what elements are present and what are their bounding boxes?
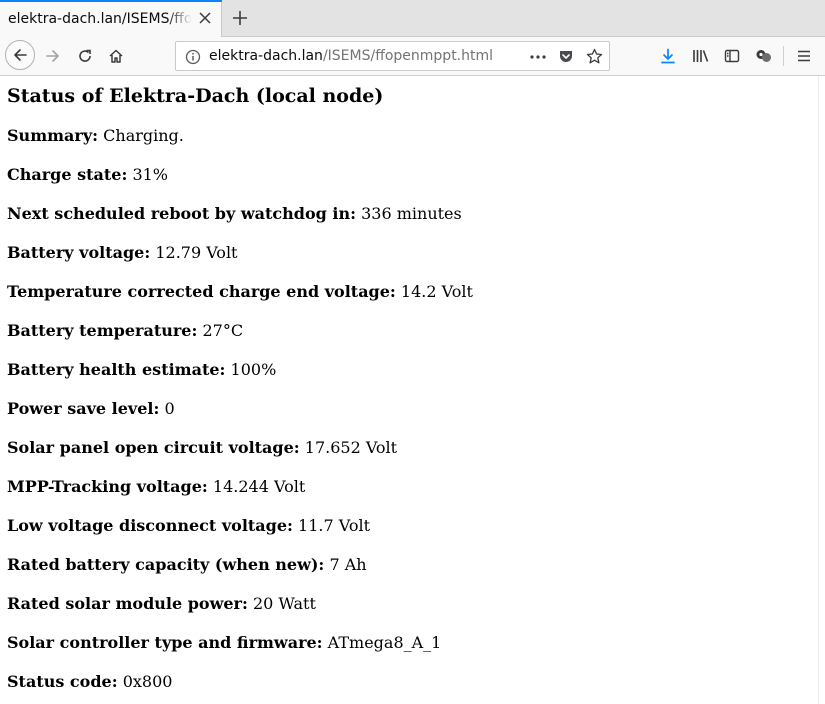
tab-title: elektra-dach.lan/ISEMS/ffopenmppt.html (8, 9, 192, 29)
pocket-icon[interactable] (558, 48, 574, 64)
status-value: 12.79 Volt (155, 243, 238, 262)
plus-icon[interactable] (231, 9, 249, 27)
more-dots-icon[interactable] (529, 49, 547, 65)
status-row-reboot: Next scheduled reboot by watchdog in: 33… (7, 203, 473, 242)
vertical-scrollbar[interactable] (818, 76, 825, 704)
navigation-toolbar: elektra-dach.lan/ISEMS/ffopenmppt.html (0, 37, 825, 76)
sidebar-button[interactable] (717, 41, 747, 71)
status-value: 27°C (202, 321, 244, 340)
status-label: Battery health estimate: (7, 360, 226, 379)
status-row-charge-end-voltage: Temperature corrected charge end voltage… (7, 281, 473, 320)
menu-button[interactable] (789, 41, 819, 71)
url-path: /ISEMS/ffopenmppt.html (322, 48, 494, 64)
status-value: 20 Watt (252, 594, 316, 613)
toolbar-separator (783, 46, 784, 66)
status-row-status-code: Status code: 0x800 (7, 671, 473, 704)
status-value: 336 minutes (361, 204, 462, 223)
status-value: 7 Ah (329, 555, 367, 574)
forward-button[interactable] (38, 41, 68, 71)
status-value: 0x800 (122, 672, 173, 691)
status-label: Summary: (7, 126, 99, 145)
sidebar-icon (724, 48, 740, 64)
home-icon (108, 48, 124, 64)
status-value: 31% (132, 165, 168, 184)
status-value: 14.2 Volt (400, 282, 473, 301)
close-icon[interactable] (198, 11, 212, 25)
status-label: MPP-Tracking voltage: (7, 477, 208, 496)
back-arrow-icon (12, 47, 28, 63)
status-row-open-circuit-voltage: Solar panel open circuit voltage: 17.652… (7, 437, 473, 476)
status-value: ATmega8_A_1 (327, 633, 442, 652)
tab-active[interactable]: elektra-dach.lan/ISEMS/ffopenmppt.html (0, 0, 222, 37)
status-row-mpp-voltage: MPP-Tracking voltage: 14.244 Volt (7, 476, 473, 515)
hamburger-menu-icon (796, 48, 812, 64)
status-value: 0 (164, 399, 175, 418)
url-host: elektra-dach.lan (209, 48, 323, 64)
tab-accent-line (0, 0, 222, 2)
home-button[interactable] (101, 41, 131, 71)
status-row-lvd-voltage: Low voltage disconnect voltage: 11.7 Vol… (7, 515, 473, 554)
status-row-solar-power: Rated solar module power: 20 Watt (7, 593, 473, 632)
reload-icon (77, 48, 93, 64)
status-value: 100% (230, 360, 277, 379)
status-label: Next scheduled reboot by watchdog in: (7, 204, 356, 223)
status-label: Low voltage disconnect voltage: (7, 516, 293, 535)
reload-button[interactable] (70, 41, 100, 71)
status-row-summary: Summary: Charging. (7, 125, 473, 164)
download-icon (660, 48, 676, 64)
status-label: Battery temperature: (7, 321, 198, 340)
status-value: 17.652 Volt (304, 438, 398, 457)
extension-button[interactable] (749, 41, 779, 71)
library-icon (692, 48, 710, 64)
page-content: Status of Elektra-Dach (local node) Summ… (0, 76, 818, 704)
status-label: Rated battery capacity (when new): (7, 555, 325, 574)
status-label: Rated solar module power: (7, 594, 248, 613)
library-button[interactable] (686, 41, 716, 71)
status-row-power-save: Power save level: 0 (7, 398, 473, 437)
status-label: Solar controller type and firmware: (7, 633, 323, 652)
info-icon[interactable] (185, 49, 201, 65)
status-value: 11.7 Volt (298, 516, 370, 535)
status-value: 14.244 Volt (212, 477, 306, 496)
status-row-battery-health: Battery health estimate: 100% (7, 359, 473, 398)
url-text[interactable]: elektra-dach.lan/ISEMS/ffopenmppt.html (209, 47, 493, 65)
status-value: Charging. (103, 126, 184, 145)
back-button[interactable] (5, 40, 35, 70)
page-title: Status of Elektra-Dach (local node) (7, 85, 384, 107)
status-row-controller-firmware: Solar controller type and firmware: ATme… (7, 632, 473, 671)
status-label: Solar panel open circuit voltage: (7, 438, 300, 457)
status-row-battery-voltage: Battery voltage: 12.79 Volt (7, 242, 473, 281)
status-list: Summary: Charging. Charge state: 31% Nex… (7, 125, 473, 704)
tab-strip: elektra-dach.lan/ISEMS/ffopenmppt.html (0, 0, 825, 37)
downloads-button[interactable] (653, 41, 683, 71)
status-label: Battery voltage: (7, 243, 151, 262)
bookmark-star-icon[interactable] (586, 48, 603, 65)
status-row-battery-capacity: Rated battery capacity (when new): 7 Ah (7, 554, 473, 593)
url-bar[interactable]: elektra-dach.lan/ISEMS/ffopenmppt.html (175, 41, 610, 71)
forward-arrow-icon (45, 48, 61, 64)
status-label: Temperature corrected charge end voltage… (7, 282, 396, 301)
status-label: Charge state: (7, 165, 128, 184)
status-row-battery-temperature: Battery temperature: 27°C (7, 320, 473, 359)
status-row-charge-state: Charge state: 31% (7, 164, 473, 203)
status-label: Status code: (7, 672, 118, 691)
status-label: Power save level: (7, 399, 160, 418)
extension-icon (755, 48, 773, 64)
